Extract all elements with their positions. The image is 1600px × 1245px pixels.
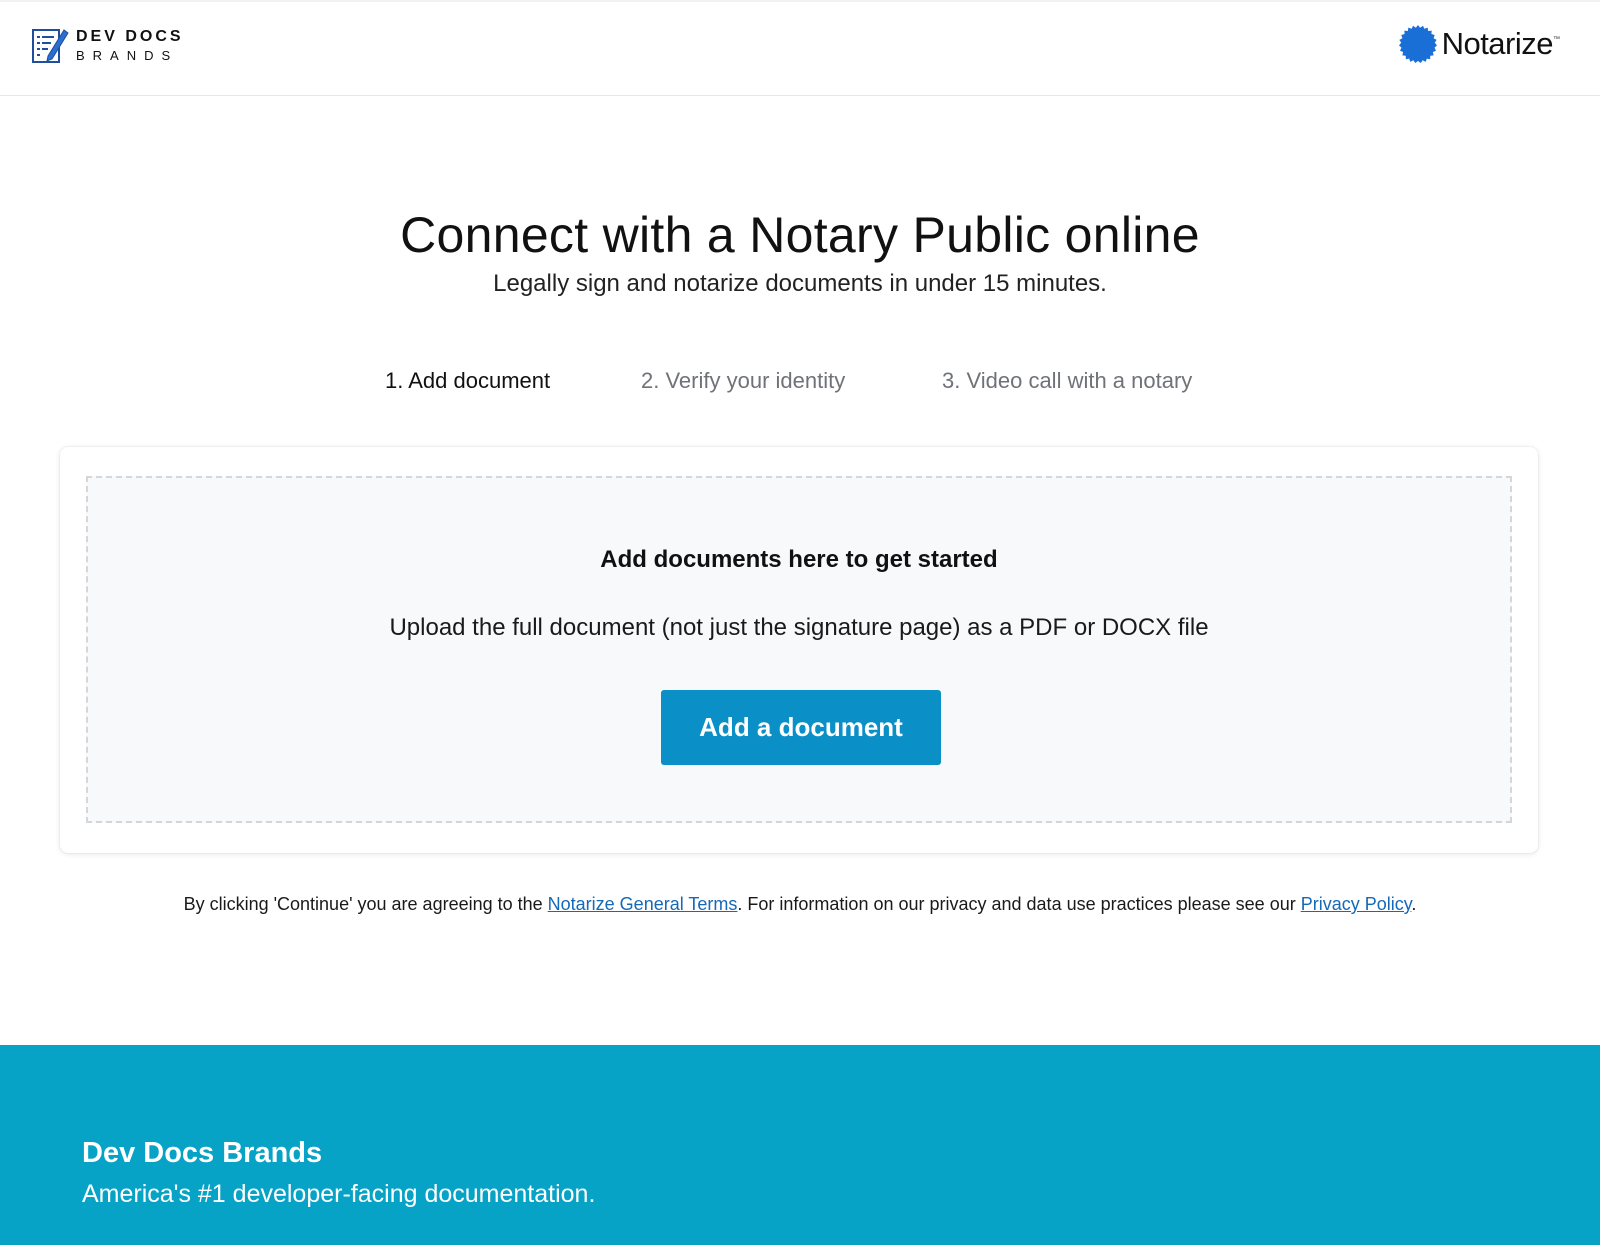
footer-tagline: America's #1 developer-facing documentat… xyxy=(82,1180,596,1208)
terms-link[interactable]: Notarize General Terms xyxy=(548,894,738,914)
dropzone-description: Upload the full document (not just the s… xyxy=(389,614,1209,641)
document-pen-icon xyxy=(32,29,69,63)
step-verify-identity: 2. Verify your identity xyxy=(641,368,846,393)
legal-middle: . For information on our privacy and dat… xyxy=(737,894,1301,914)
upload-card: Add documents here to get started Upload… xyxy=(60,447,1538,853)
brand-logo[interactable]: DEV DOCS BRANDS xyxy=(30,24,184,66)
page-title: Connect with a Notary Public online xyxy=(400,206,1200,263)
legal-prefix: By clicking 'Continue' you are agreeing … xyxy=(183,894,548,914)
footer-brand-title: Dev Docs Brands xyxy=(82,1137,323,1169)
site-footer: Dev Docs Brands America's #1 developer-f… xyxy=(0,1045,1600,1245)
privacy-policy-link[interactable]: Privacy Policy xyxy=(1301,894,1412,914)
dropzone-title: Add documents here to get started xyxy=(600,546,998,573)
trademark-mark: ™ xyxy=(1553,36,1560,43)
partner-name: Notarize xyxy=(1441,26,1554,61)
step-video-call: 3. Video call with a notary xyxy=(942,368,1193,393)
legal-suffix: . xyxy=(1411,894,1417,914)
brand-name: DEV DOCS xyxy=(76,27,184,45)
legal-notice: By clicking 'Continue' you are agreeing … xyxy=(0,894,1600,915)
add-document-button[interactable]: Add a document xyxy=(661,690,941,765)
page-subtitle: Legally sign and notarize documents in u… xyxy=(493,270,1107,297)
site-header: DEV DOCS BRANDS Notarize ™ xyxy=(0,0,1600,96)
step-add-document: 1. Add document xyxy=(385,368,551,393)
document-dropzone[interactable]: Add documents here to get started Upload… xyxy=(86,476,1512,823)
progress-steps: 1. Add document 2. Verify your identity … xyxy=(0,368,1600,398)
notarize-logo[interactable]: Notarize ™ xyxy=(1398,24,1560,64)
seal-icon xyxy=(1398,25,1437,63)
brand-subname: BRANDS xyxy=(76,47,179,63)
